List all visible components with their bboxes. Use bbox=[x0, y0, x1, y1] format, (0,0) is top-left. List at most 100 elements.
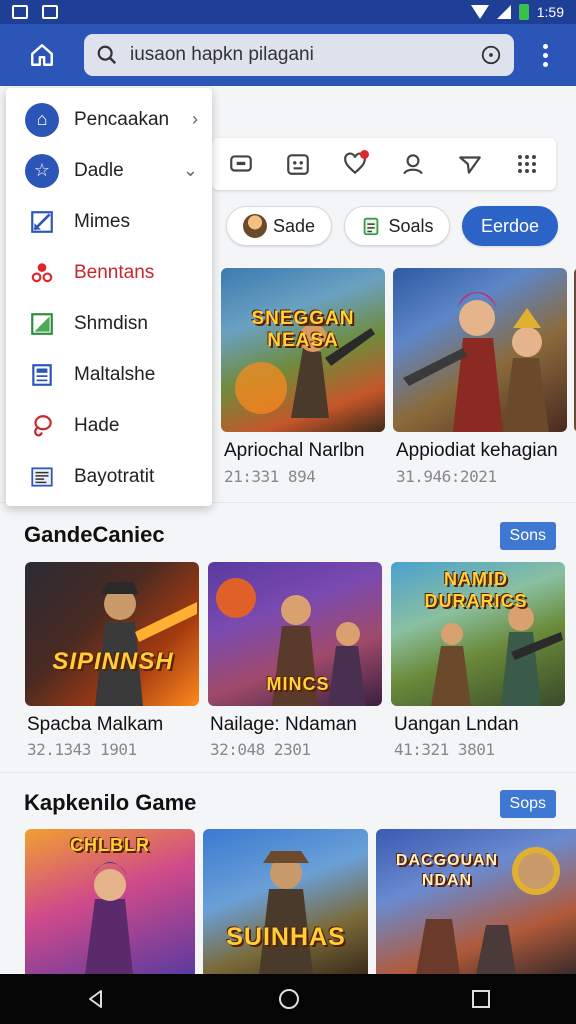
dot-icon bbox=[542, 61, 548, 67]
more-options-button[interactable] bbox=[514, 24, 576, 86]
game-title-art: SUINHAS bbox=[226, 923, 346, 951]
game-art bbox=[403, 292, 549, 432]
section-title: Kapkenilo Game bbox=[24, 790, 197, 815]
icon-toolbar bbox=[212, 138, 556, 190]
apps-grid-icon bbox=[518, 155, 537, 173]
send-icon bbox=[459, 156, 481, 174]
menu-item-label: Hade bbox=[74, 414, 120, 436]
document-icon bbox=[32, 363, 52, 386]
game-title-art: NAMID DURARICS bbox=[424, 569, 528, 611]
dot-icon bbox=[542, 43, 548, 49]
menu-item-dadle[interactable]: ☆ Dadle ⌄ bbox=[6, 145, 212, 196]
see-all-button[interactable]: Sops bbox=[499, 790, 556, 818]
section-title: GandeCaniec bbox=[24, 522, 165, 547]
game-thumbnail[interactable]: SIPINNSH bbox=[25, 562, 199, 706]
game-title-art: SIPINNSH bbox=[52, 648, 174, 675]
game-subtitle: 21:331 894 bbox=[224, 467, 316, 486]
dropdown-menu: ⌂ Pencaakan › ☆ Dadle ⌄ Mimes Benntans S… bbox=[6, 88, 212, 506]
menu-item-benntans[interactable]: Benntans bbox=[6, 247, 212, 298]
game-thumbnail[interactable]: CHLBLR bbox=[25, 829, 195, 975]
calendar-face-icon bbox=[287, 154, 309, 175]
chip-eerdoe[interactable]: Eerdoe bbox=[462, 206, 558, 246]
menu-item-bayotratit[interactable]: Bayotratit bbox=[6, 451, 212, 502]
game-title-art: CHLBLR bbox=[70, 835, 150, 855]
screen-icon bbox=[229, 155, 252, 172]
menu-item-label: Benntans bbox=[74, 261, 155, 283]
game-art bbox=[259, 851, 313, 975]
menu-item-label: Bayotratit bbox=[74, 465, 155, 487]
signal-icon bbox=[496, 5, 511, 19]
search-input[interactable] bbox=[130, 44, 468, 66]
search-icon bbox=[97, 45, 117, 65]
menu-item-shmdisn[interactable]: Shmdisn bbox=[6, 298, 212, 349]
game-title[interactable]: Uangan Lndan bbox=[394, 714, 519, 736]
game-thumbnail[interactable]: NAMID DURARICS bbox=[391, 562, 565, 706]
chevron-down-icon: ⌄ bbox=[182, 160, 198, 180]
app-notification-icon bbox=[42, 5, 58, 19]
voice-search-icon[interactable] bbox=[480, 44, 502, 66]
game-title-art: DACGOUAN NDAN bbox=[395, 852, 499, 889]
notification-icon bbox=[12, 5, 28, 19]
group-icon bbox=[31, 262, 53, 282]
game-subtitle: 32:048 2301 bbox=[210, 740, 311, 759]
battery-icon bbox=[518, 4, 529, 20]
calendar-button[interactable] bbox=[282, 148, 314, 180]
game-thumbnail[interactable]: SUINHAS bbox=[203, 829, 368, 975]
lasso-icon bbox=[34, 414, 52, 436]
status-bar: 1:59 bbox=[0, 0, 576, 24]
screen-button[interactable] bbox=[225, 148, 257, 180]
game-subtitle: 32.1343 1901 bbox=[27, 740, 137, 759]
chip-sade[interactable]: Sade bbox=[226, 206, 332, 246]
chip-soals[interactable]: Soals bbox=[344, 206, 450, 246]
app-bar bbox=[0, 24, 576, 86]
game-subtitle: 31.946:2021 bbox=[396, 467, 497, 486]
game-title-art: MINCS bbox=[266, 674, 330, 694]
menu-item-mimes[interactable]: Mimes bbox=[6, 196, 212, 247]
home-button[interactable] bbox=[0, 24, 84, 86]
game-title[interactable]: Spacba Malkam bbox=[27, 714, 163, 736]
profile-button[interactable] bbox=[397, 148, 429, 180]
game-title[interactable]: Apriochal Narlbn bbox=[224, 440, 364, 462]
avatar bbox=[242, 214, 267, 238]
status-time: 1:59 bbox=[536, 4, 564, 20]
chart-triangle-icon bbox=[31, 312, 53, 335]
search-bar[interactable] bbox=[84, 34, 514, 76]
menu-item-pencaakan[interactable]: ⌂ Pencaakan › bbox=[6, 94, 212, 145]
back-icon[interactable] bbox=[86, 989, 106, 1009]
menu-item-label: Shmdisn bbox=[74, 312, 148, 334]
game-thumbnail[interactable] bbox=[393, 268, 567, 432]
news-icon bbox=[31, 466, 53, 487]
home-nav-icon[interactable] bbox=[278, 989, 299, 1009]
game-subtitle: 41:321 3801 bbox=[394, 740, 495, 759]
game-art bbox=[95, 582, 197, 706]
game-title[interactable]: Appiodiat kehagian bbox=[396, 440, 558, 462]
see-all-button[interactable]: Sons bbox=[499, 522, 556, 550]
menu-item-hade[interactable]: Hade bbox=[6, 400, 212, 451]
menu-item-label: Mimes bbox=[74, 210, 130, 232]
game-thumbnail[interactable]: DACGOUAN NDAN bbox=[376, 829, 576, 975]
menu-item-maltalshe[interactable]: Maltalshe bbox=[6, 349, 212, 400]
game-thumbnail[interactable]: SNEGGAN NEASA bbox=[221, 268, 385, 432]
favorites-button[interactable] bbox=[339, 148, 371, 180]
chip-label: Eerdoe bbox=[480, 215, 540, 236]
home-icon: ⌂ bbox=[25, 102, 59, 137]
game-thumbnail[interactable]: MINCS bbox=[208, 562, 382, 706]
home-icon bbox=[31, 44, 53, 66]
system-nav-bar bbox=[0, 974, 576, 1024]
recent-apps-icon[interactable] bbox=[471, 990, 490, 1008]
chevron-right-icon: › bbox=[192, 109, 198, 129]
divider bbox=[0, 772, 576, 773]
menu-item-label: Pencaakan bbox=[74, 108, 170, 130]
dot-icon bbox=[542, 52, 548, 58]
wifi-icon bbox=[470, 5, 489, 19]
send-button[interactable] bbox=[454, 148, 486, 180]
star-badge-icon: ☆ bbox=[25, 153, 59, 188]
apps-button[interactable] bbox=[511, 148, 543, 180]
person-icon bbox=[402, 154, 423, 175]
game-title[interactable]: Nailage: Ndaman bbox=[210, 714, 357, 736]
chip-label: Soals bbox=[388, 215, 434, 236]
menu-item-label: Maltalshe bbox=[74, 363, 156, 385]
edit-square-icon bbox=[31, 210, 53, 233]
menu-item-label: Dadle bbox=[74, 159, 124, 181]
chip-label: Sade bbox=[272, 215, 316, 236]
